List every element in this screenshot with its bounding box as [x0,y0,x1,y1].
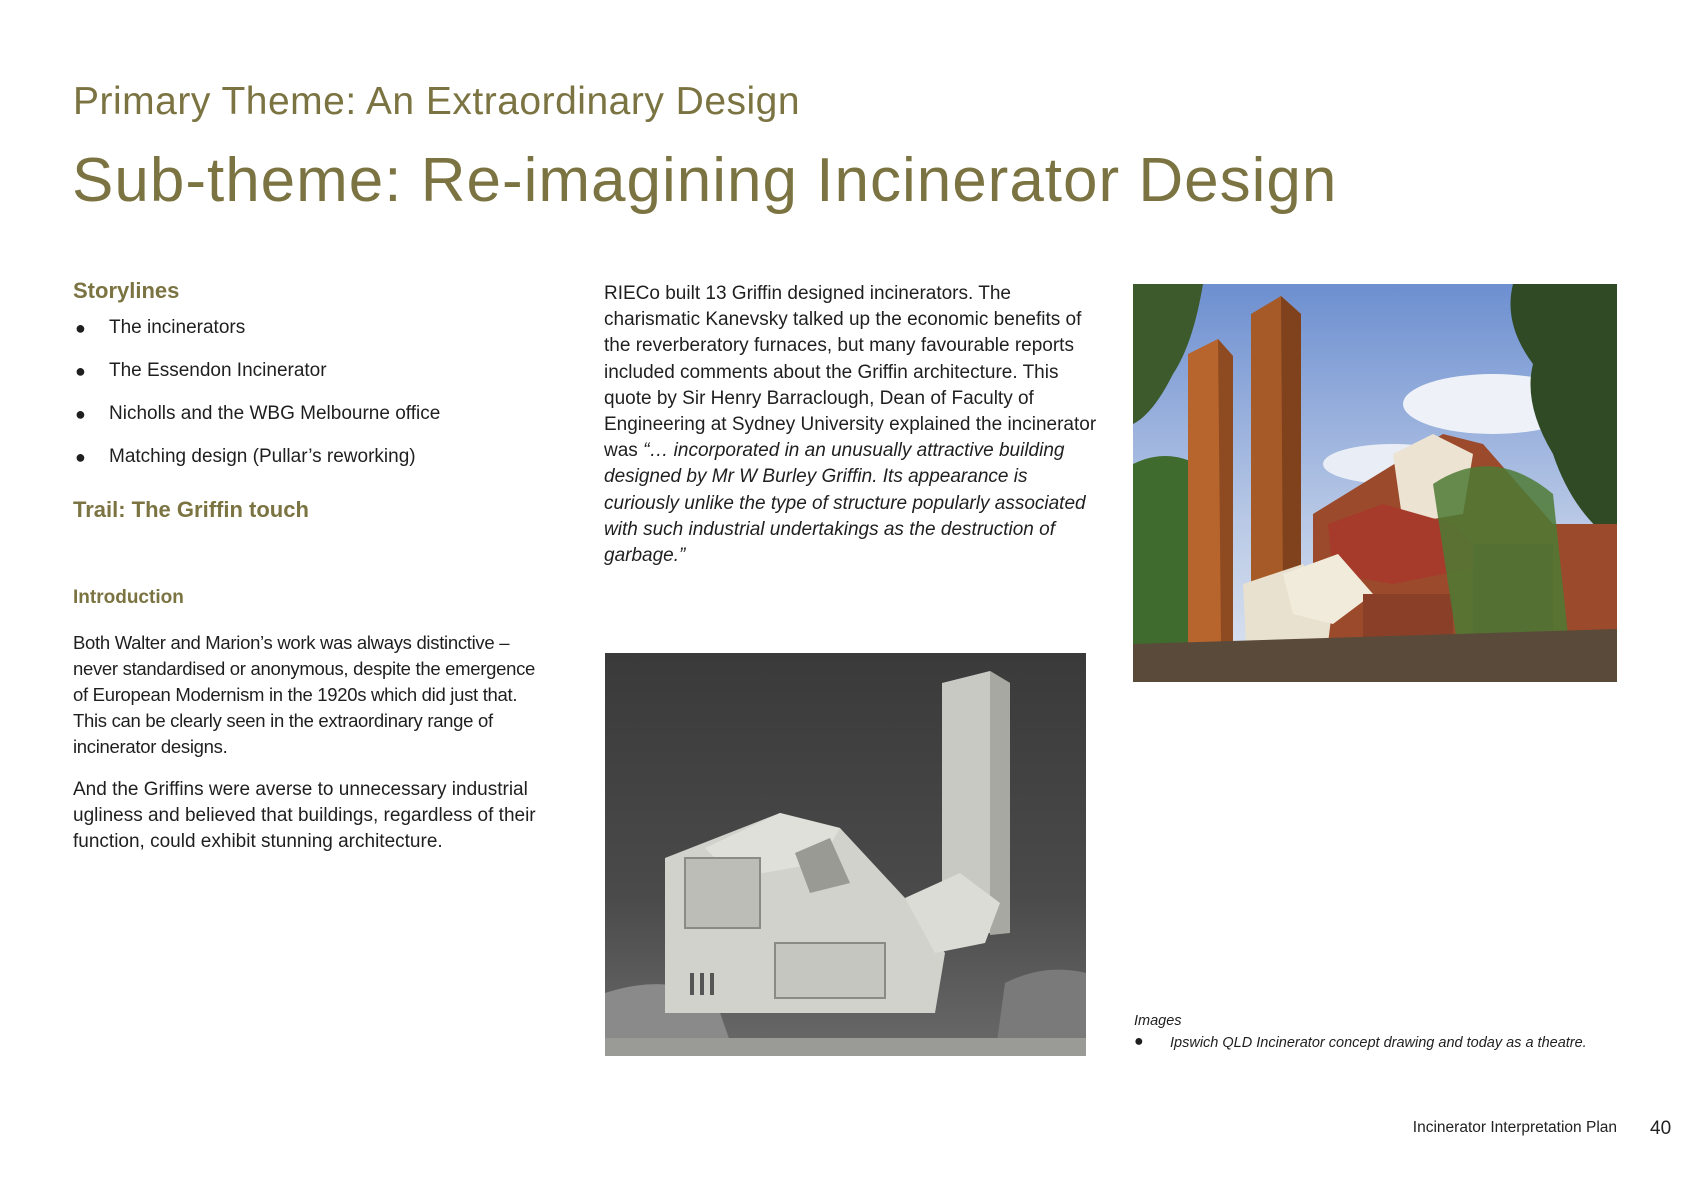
list-item: ● The Essendon Incinerator [75,360,327,381]
storylines-heading: Storylines [73,278,180,303]
intro-paragraph-1: Both Walter and Marion’s work was always… [73,632,536,757]
captions-heading: Images [1134,1013,1182,1029]
sub-theme-title: Sub-theme: Re-imagining Incinerator Desi… [72,146,1338,215]
list-item: ● The incinerators [75,317,246,338]
left-column: Storylines ● The incinerators ● The Essend… [73,278,568,852]
bullet-icon: ● [75,318,86,338]
list-item: ● Ipswich QLD Incinerator concept drawing… [1134,1033,1587,1051]
bullet-icon: ● [75,361,86,381]
image-captions: Images ● Ipswich QLD Incinerator concept … [1134,1013,1634,1051]
page-number: 40 [1650,1118,1672,1139]
trail-heading: Trail: The Griffin touch [73,497,309,522]
primary-theme-title: Primary Theme: An Extraordinary Design [73,80,801,123]
list-item: ● Matching design (Pullar’s reworking) [75,446,416,467]
storylines-list: ● The incinerators ● The Essendon Incinera… [73,316,568,488]
bullet-icon: ● [1134,1033,1144,1050]
footer-document-title: Incinerator Interpretation Plan [1412,1119,1617,1136]
introduction-heading: Introduction [73,587,184,608]
intro-paragraph-2: And the Griffins were averse to unnecess… [73,779,536,852]
list-item: ● Nicholls and the WBG Melbourne office [75,403,441,424]
body-paragraph: RIECo built 13 Griffin designed incinera… [604,281,1099,569]
quote-text: “… incorporated in an unusually attracti… [604,440,1086,567]
bullet-icon: ● [75,404,86,424]
incinerator-photo-image [1133,284,1617,682]
bullet-icon: ● [75,447,86,467]
body-text: RIECo built 13 Griffin designed incinera… [604,283,1097,462]
concept-drawing-image [605,653,1086,1056]
middle-column: RIECo built 13 Griffin designed incinera… [604,281,1099,569]
